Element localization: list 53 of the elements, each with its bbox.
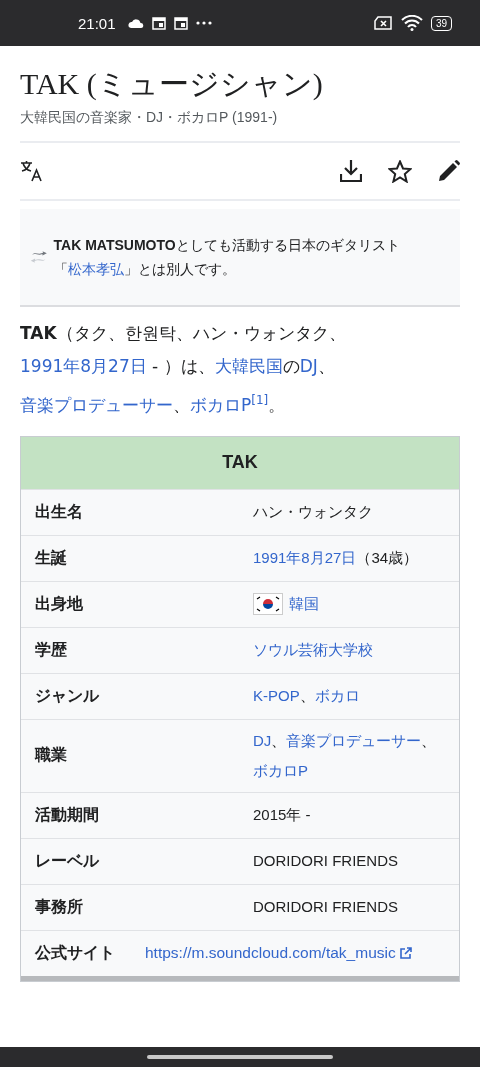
infobox-label: 出生名	[35, 501, 84, 522]
link[interactable]: 韓国	[289, 589, 319, 620]
hatnote-text: TAK MATSUMOTO としても活動する日本のギタリスト「松本孝弘」とは別人です。	[53, 236, 401, 279]
infobox-label: 出身地	[35, 593, 84, 614]
no-sim-icon	[372, 16, 393, 30]
link[interactable]: 大韓民国	[214, 356, 283, 376]
infobox-label: 事務所	[35, 896, 84, 917]
link[interactable]: ソウル芸術大学校	[253, 635, 373, 666]
calendar-icon	[173, 16, 188, 30]
link[interactable]: 1991年8月27日	[20, 356, 147, 376]
edit-icon[interactable]	[438, 160, 460, 182]
link[interactable]: ボカロP	[190, 394, 252, 415]
battery-icon: 39	[430, 15, 452, 31]
link[interactable]: 音楽プロデューサー	[286, 725, 422, 756]
link[interactable]: 音楽プロデューサー	[20, 394, 173, 415]
infobox-label: ジャンル	[35, 685, 100, 706]
translate-icon[interactable]	[20, 160, 44, 182]
external-link[interactable]: https://m.soundcloud.com/tak_music	[145, 938, 412, 969]
page-subtitle: 大韓民国の音楽家・DJ・ボカロP (1991-)	[20, 109, 279, 127]
infobox-label: レーベル	[35, 850, 100, 871]
infobox-label: 生誕	[35, 547, 68, 568]
infobox-title: TAK	[21, 436, 459, 489]
infobox-value: ハン・ウォンタク	[253, 502, 373, 523]
cloud-icon	[127, 18, 144, 28]
infobox-label: 職業	[35, 745, 68, 766]
infobox-value: 、	[299, 686, 315, 707]
link[interactable]: 1991年8月27日	[253, 543, 357, 574]
scrollbar[interactable]	[21, 975, 459, 981]
flag-icon	[253, 593, 283, 616]
link[interactable]: ボカロP	[253, 755, 308, 786]
link[interactable]: ボカロ	[314, 681, 360, 712]
link[interactable]: DJ	[299, 356, 318, 376]
download-icon[interactable]	[340, 159, 362, 183]
star-icon[interactable]	[388, 159, 412, 183]
link[interactable]: K-POP	[253, 681, 300, 712]
infobox-label: 学歴	[35, 639, 68, 660]
infobox-value: DORIDORI FRIENDS	[253, 851, 398, 872]
wifi-icon	[400, 15, 423, 31]
reference-link[interactable]: [1]	[251, 393, 269, 407]
infobox-label: 活動期間	[35, 804, 100, 825]
infobox-value: DORIDORI FRIENDS	[253, 897, 398, 918]
clock: 21:01	[78, 14, 116, 32]
calendar-icon	[151, 16, 166, 30]
link[interactable]: DJ	[253, 725, 272, 756]
intro-paragraph: TAK（タク、한원탁、ハン・ウォンタク、 1991年8月27日 - ）は、大韓民国のDJ、 音楽プロデューサー、ボカロP$^{[1]}$。	[20, 322, 347, 417]
infobox-value: （34歳）	[356, 548, 419, 569]
infobox-value: 、	[421, 730, 437, 751]
more-icon	[195, 21, 212, 25]
page-title: TAK (ミュージシャン)	[20, 66, 324, 102]
infobox-value: 2015年 -	[253, 805, 311, 826]
link[interactable]: 松本孝弘	[67, 261, 124, 277]
infobox-value: 、	[271, 730, 287, 751]
external-link-icon	[398, 946, 412, 960]
